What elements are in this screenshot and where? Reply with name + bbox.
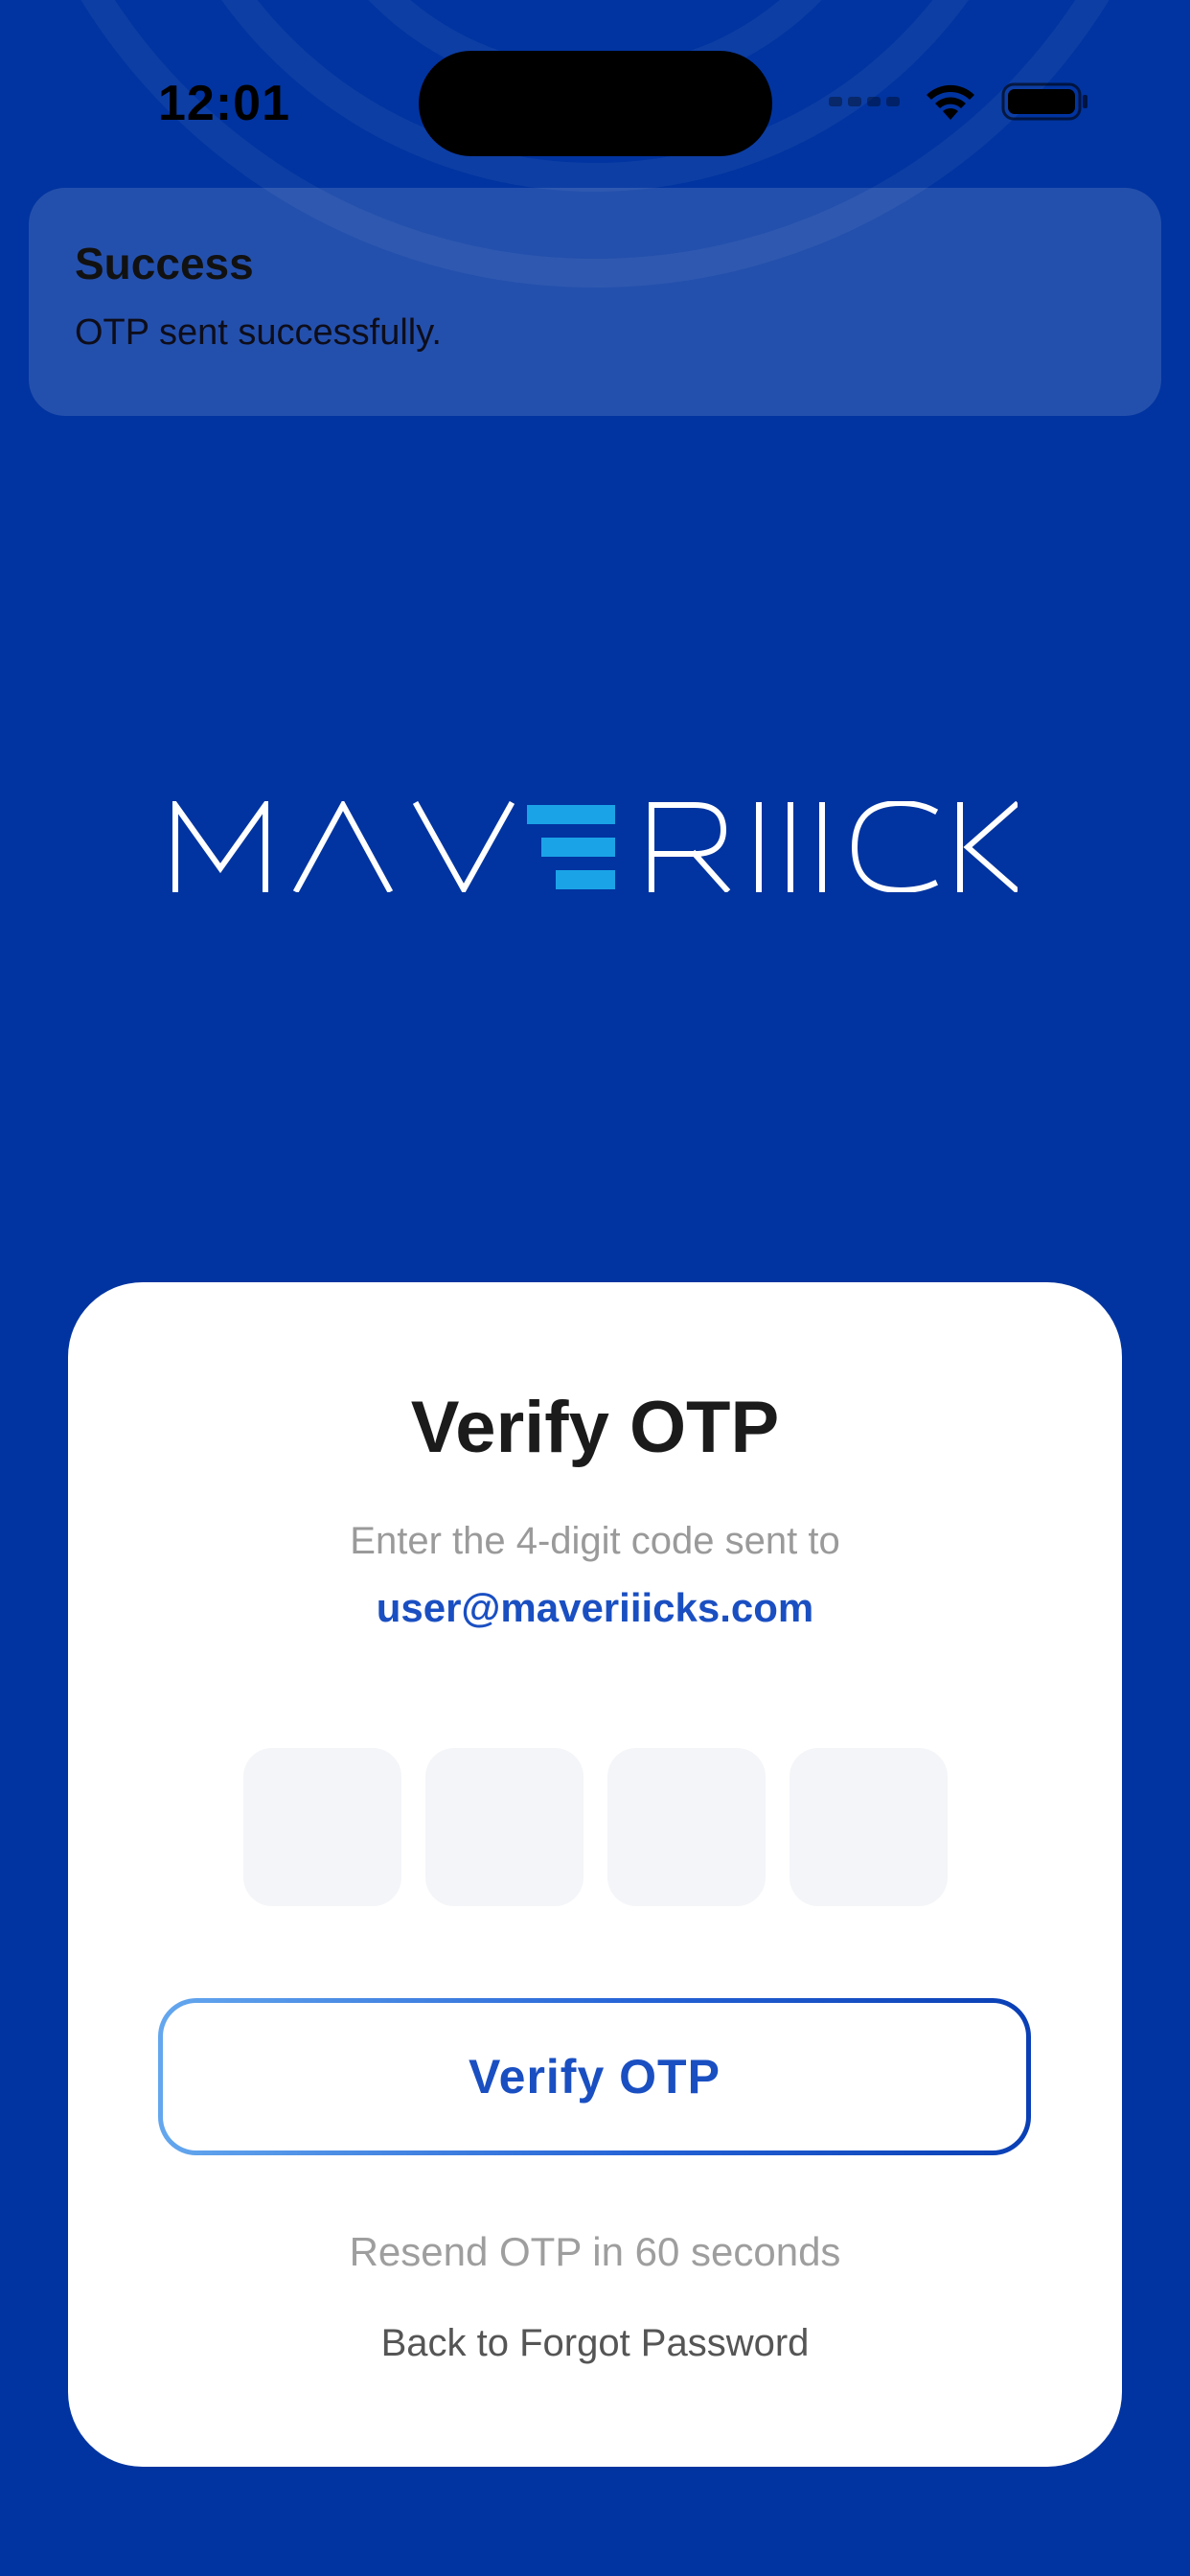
otp-verification-screen: 12:01 Success OTP sent successfully. Ver… bbox=[0, 0, 1190, 2576]
back-to-forgot-password-link[interactable]: Back to Forgot Password bbox=[68, 2322, 1122, 2365]
recipient-email: user@maveriiicks.com bbox=[376, 1585, 814, 1630]
resend-otp-timer: Resend OTP in 60 seconds bbox=[349, 2229, 841, 2274]
wifi-icon bbox=[927, 84, 974, 120]
success-toast[interactable]: Success OTP sent successfully. bbox=[29, 188, 1161, 416]
status-icons bbox=[829, 80, 1089, 123]
otp-digit-4[interactable] bbox=[790, 1748, 948, 1906]
card-subtitle: Enter the 4-digit code sent to bbox=[350, 1520, 840, 1562]
status-time: 12:01 bbox=[158, 76, 290, 131]
maveriiick-logo bbox=[172, 801, 1018, 892]
otp-digit-2[interactable] bbox=[425, 1748, 584, 1906]
signal-icon bbox=[829, 97, 900, 106]
verify-otp-button[interactable]: Verify OTP bbox=[158, 1998, 1031, 2155]
card-title: Verify OTP bbox=[410, 1387, 780, 1468]
otp-input-row bbox=[243, 1748, 948, 1906]
toast-title: Success bbox=[75, 239, 254, 288]
dynamic-island bbox=[419, 51, 772, 156]
otp-digit-3[interactable] bbox=[607, 1748, 766, 1906]
battery-icon bbox=[1001, 82, 1087, 121]
otp-digit-1[interactable] bbox=[243, 1748, 401, 1906]
toast-message: OTP sent successfully. bbox=[75, 312, 442, 353]
verify-otp-card: Verify OTP Enter the 4-digit code sent t… bbox=[68, 1282, 1122, 2467]
